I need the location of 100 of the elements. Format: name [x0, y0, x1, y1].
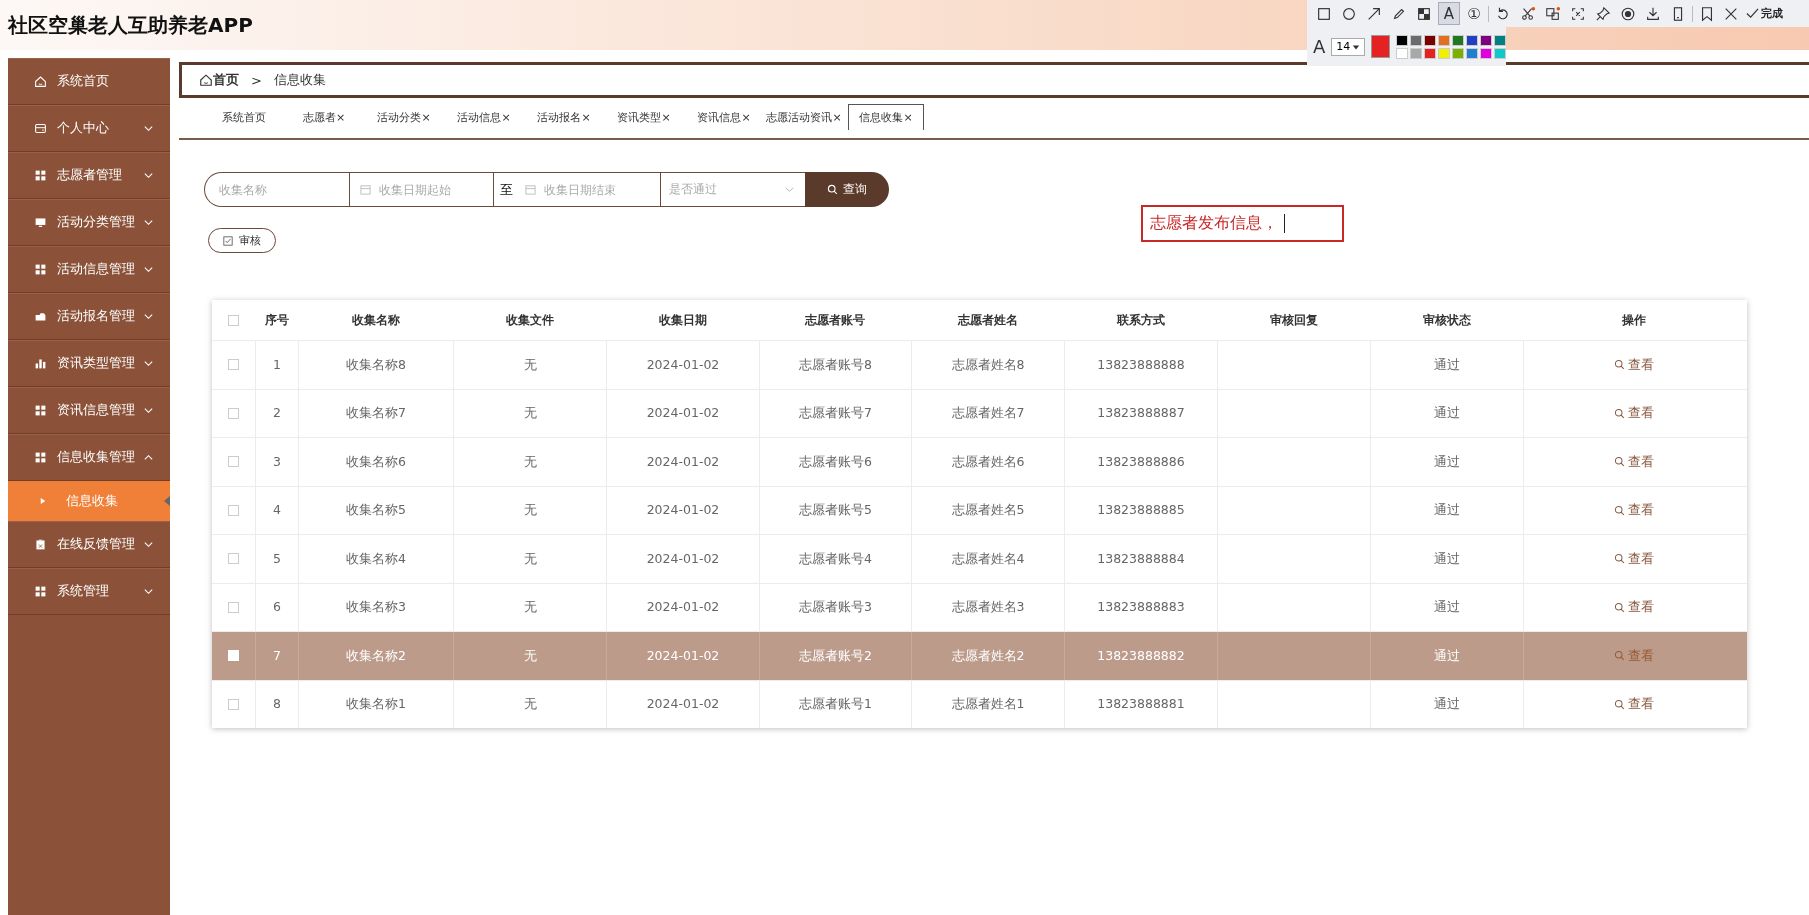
breadcrumb-current: 信息收集 — [273, 71, 326, 89]
table-row[interactable]: 8 收集名称1 无 2024-01-02 志愿者账号1 志愿者姓名1 13823888881 通过 查看 — [212, 679, 1747, 728]
color-swatch[interactable] — [1480, 47, 1492, 59]
color-swatch[interactable] — [1396, 34, 1408, 46]
current-color[interactable] — [1371, 35, 1390, 58]
table-cell: 无 — [523, 356, 537, 373]
table-cell: 13823888882 — [1097, 647, 1185, 664]
checkbox[interactable] — [228, 314, 239, 326]
view-link[interactable]: 查看 — [1614, 405, 1654, 422]
circle-icon — [1341, 5, 1357, 22]
sidebar-item[interactable]: 系统首页 — [8, 58, 170, 105]
table-cell: 5 — [273, 550, 281, 567]
table-cell: 通过 — [1434, 550, 1460, 567]
sidebar-item[interactable]: 志愿者管理 — [8, 152, 170, 199]
tab[interactable]: 活动信息× — [444, 104, 524, 130]
sidebar-item[interactable]: 活动分类管理 — [8, 199, 170, 246]
color-swatch[interactable] — [1396, 47, 1408, 59]
color-swatch[interactable] — [1466, 34, 1478, 46]
table-cell: 3 — [273, 453, 281, 470]
color-swatch[interactable] — [1424, 47, 1436, 59]
sidebar-item[interactable]: 活动报名管理 — [8, 293, 170, 340]
search-icon — [1614, 698, 1625, 710]
tab[interactable]: 资讯信息× — [684, 104, 764, 130]
table-cell: 无 — [523, 453, 537, 470]
checkbox[interactable] — [228, 407, 239, 419]
text-input[interactable]: 收集日期起始 — [377, 181, 493, 198]
bar-chart-icon — [34, 357, 47, 370]
date-field[interactable]: 至 收集日期结束 — [493, 172, 660, 207]
text-tool[interactable]: ① — [1463, 2, 1485, 25]
checkbox[interactable] — [228, 504, 239, 516]
text-cursor — [1284, 214, 1285, 233]
table-cell: 2024-01-02 — [646, 599, 720, 616]
view-link[interactable]: 查看 — [1614, 502, 1654, 519]
checkbox[interactable] — [228, 456, 239, 468]
color-swatch[interactable] — [1494, 34, 1506, 46]
table-cell: 无 — [523, 647, 537, 664]
view-link[interactable]: 查看 — [1614, 453, 1654, 470]
color-swatch[interactable] — [1424, 34, 1436, 46]
tab[interactable]: 信息收集× — [848, 104, 924, 130]
grid-icon — [34, 169, 47, 182]
checkbox[interactable] — [228, 359, 239, 371]
sidebar-item[interactable]: 在线反馈管理 — [8, 521, 170, 568]
table-cell: 8 — [273, 696, 281, 713]
sidebar-item[interactable]: 个人中心 — [8, 105, 170, 152]
table-cell: 13823888885 — [1097, 502, 1185, 519]
color-swatch[interactable] — [1452, 34, 1464, 46]
home-icon — [34, 75, 47, 88]
column-header: 操作 — [1620, 311, 1647, 329]
table-cell: 收集名称1 — [346, 696, 406, 713]
color-swatch[interactable] — [1494, 47, 1506, 59]
color-swatch[interactable] — [1410, 34, 1422, 46]
review-button[interactable]: 审核 — [208, 228, 276, 253]
view-link[interactable]: 查看 — [1614, 356, 1654, 373]
text-input[interactable]: 收集日期结束 — [542, 181, 660, 198]
table-row[interactable]: 1 收集名称8 无 2024-01-02 志愿者账号8 志愿者姓名8 13823888888 通过 查看 — [212, 340, 1747, 389]
tab[interactable]: 资讯类型× — [604, 104, 684, 130]
column-header: 收集文件 — [504, 311, 555, 329]
breadcrumb-link[interactable]: 首页 — [213, 71, 239, 89]
view-link[interactable]: 查看 — [1614, 696, 1654, 713]
sidebar-item[interactable]: 资讯信息管理 — [8, 387, 170, 434]
table-row[interactable]: 4 收集名称5 无 2024-01-02 志愿者账号5 志愿者姓名5 13823888885 通过 查看 — [212, 485, 1747, 534]
color-swatch[interactable] — [1410, 47, 1422, 59]
color-swatch[interactable] — [1452, 47, 1464, 59]
text-input[interactable]: 收集名称 — [217, 181, 349, 198]
checkbox[interactable] — [228, 698, 239, 710]
color-swatch[interactable] — [1438, 47, 1450, 59]
color-swatch[interactable] — [1438, 34, 1450, 46]
checkbox[interactable] — [228, 553, 239, 565]
text-tool[interactable]: A — [1438, 2, 1460, 25]
table-row[interactable]: 3 收集名称6 无 2024-01-02 志愿者账号6 志愿者姓名6 13823888886 通过 查看 — [212, 437, 1747, 486]
color-swatch[interactable] — [1466, 47, 1478, 59]
view-link[interactable]: 查看 — [1614, 550, 1654, 567]
tab[interactable]: 活动报名× — [524, 104, 604, 130]
done-button[interactable]: 完成 — [1746, 6, 1783, 21]
sidebar-item[interactable]: 资讯类型管理 — [8, 340, 170, 387]
column-header: 收集日期 — [657, 311, 708, 329]
font-size-select[interactable]: 14 — [1331, 37, 1366, 56]
calendar-icon — [525, 184, 536, 195]
table-row[interactable]: 5 收集名称4 无 2024-01-02 志愿者账号4 志愿者姓名4 13823888884 通过 查看 — [212, 534, 1747, 583]
annotation-textbox[interactable]: 志愿者发布信息， — [1141, 205, 1344, 242]
table-cell: 志愿者账号7 — [799, 405, 872, 422]
color-swatch[interactable] — [1480, 34, 1492, 46]
checkbox[interactable] — [228, 601, 239, 613]
tab[interactable]: 志愿活动资讯× — [764, 104, 844, 130]
table-cell: 通过 — [1434, 405, 1460, 422]
table-cell: 无 — [523, 696, 537, 713]
column-header: 审核状态 — [1421, 311, 1472, 329]
bookmark-icon — [1699, 5, 1715, 22]
sidebar-item[interactable]: 系统管理 — [8, 568, 170, 615]
tab[interactable]: 志愿者× — [284, 104, 364, 130]
date-field[interactable]: 收集日期起始 — [349, 172, 493, 207]
sidebar-item[interactable]: 活动信息管理 — [8, 246, 170, 293]
search-button[interactable]: 查询 — [805, 172, 889, 207]
table-cell: 2024-01-02 — [646, 550, 720, 567]
column-header: 联系方式 — [1115, 311, 1166, 329]
tab[interactable]: 系统首页 — [204, 104, 284, 130]
table-cell: 通过 — [1434, 599, 1460, 616]
tab[interactable]: 活动分类× — [364, 104, 444, 130]
table-row[interactable]: 2 收集名称7 无 2024-01-02 志愿者账号7 志愿者姓名7 13823888887 通过 查看 — [212, 388, 1747, 437]
view-link[interactable]: 查看 — [1614, 599, 1654, 616]
